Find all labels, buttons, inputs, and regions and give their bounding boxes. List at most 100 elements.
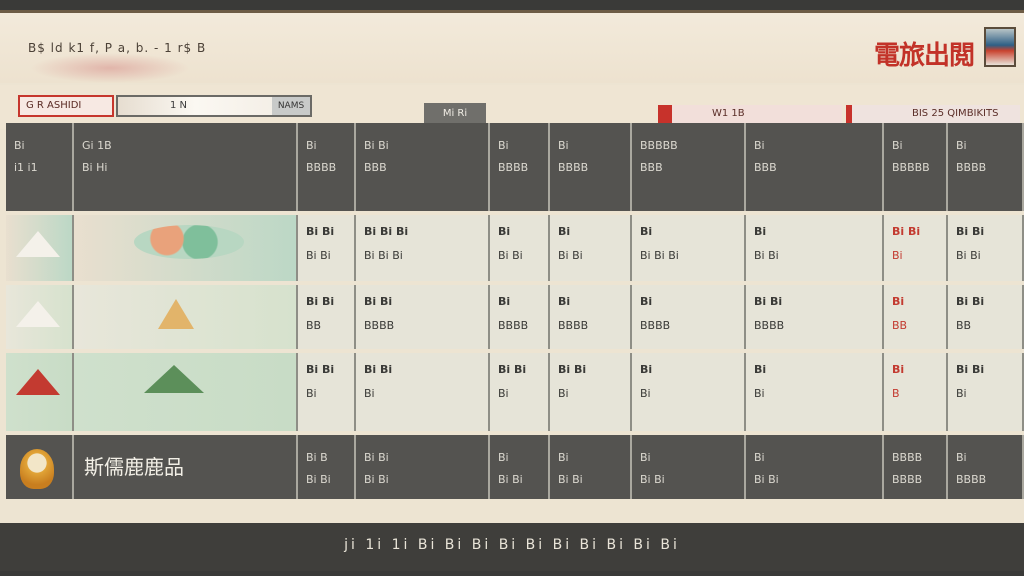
cell-secondary-text: BBBB: [306, 161, 337, 174]
table-cell[interactable]: Bi Bi BBBB: [356, 285, 490, 349]
table-cell[interactable]: Bi Bi Bi: [550, 435, 632, 499]
mountain-icon: [158, 299, 194, 329]
cell-primary-text: Bi: [640, 225, 653, 238]
cell-primary-text: Bi: [14, 139, 25, 152]
table-cell[interactable]: Bi BBBBB: [884, 123, 948, 211]
cell-secondary-text: BBBB: [956, 473, 987, 486]
table-cell[interactable]: [6, 435, 74, 499]
cell-secondary-text: Bi Bi: [754, 473, 779, 486]
cell-primary-text: Bi: [558, 295, 571, 308]
cell-secondary-text: Bi: [558, 387, 569, 400]
cell-primary-text: Bi: [498, 451, 509, 464]
table-header-row[interactable]: Bi i1 i1 Gi 1B Bi Hi Bi BBBB Bi Bi BBB Bi BBBB Bi B…: [6, 123, 1024, 211]
table-cell[interactable]: Bi Bi Bi: [746, 435, 884, 499]
cell-primary-text: Bi Bi: [754, 295, 783, 308]
table-cell[interactable]: BBBBBBBB: [632, 123, 746, 211]
table-cell[interactable]: Bi Bi Bi Bi: [356, 435, 490, 499]
table-cell[interactable]: Bi BB: [884, 285, 948, 349]
cell-primary-text: Bi Bi: [956, 295, 985, 308]
cell-primary-text: Bi Bi: [306, 363, 335, 376]
cell-primary-text: Bi Bi: [364, 451, 389, 464]
table-cell[interactable]: Bi Bi: [746, 353, 884, 431]
filter-chip-primary[interactable]: W1 1B: [658, 105, 842, 123]
cell-secondary-text: Bi Bi: [558, 249, 583, 262]
table-cell[interactable]: Bi Bi Bi: [948, 353, 1024, 431]
table-cell[interactable]: Bi Bi Bi: [746, 215, 884, 281]
table-cell[interactable]: Bi Bi Bi Bi: [948, 215, 1024, 281]
cell-primary-text: Bi: [956, 451, 967, 464]
cell-secondary-text: Bi Bi: [640, 473, 665, 486]
cell-secondary-text: Bi: [754, 387, 765, 400]
table-cell[interactable]: [74, 215, 298, 281]
search-go-button[interactable]: NAMS: [272, 97, 310, 115]
table-cell[interactable]: Bi Bi Bi: [490, 435, 550, 499]
cell-primary-text: Bi: [640, 363, 653, 376]
table-cell[interactable]: Bi Bi Bi Bi Bi Bi: [356, 215, 490, 281]
table-cell[interactable]: Bi Bi BBBB: [746, 285, 884, 349]
table-cell[interactable]: Bi Bi Bi Bi: [298, 215, 356, 281]
table-cell[interactable]: Gi 1B Bi Hi: [74, 123, 298, 211]
row-preview-image: [74, 215, 296, 281]
table-cell[interactable]: Bi Bi Bi: [884, 215, 948, 281]
brand-logo[interactable]: 電旅出閲: [874, 35, 975, 72]
table-cell[interactable]: Bi Bi Bi: [490, 215, 550, 281]
table-cell[interactable]: Bi Bi Bi: [550, 353, 632, 431]
table-cell[interactable]: Bi i1 i1: [6, 123, 74, 211]
table-cell[interactable]: Bi B: [884, 353, 948, 431]
table-cell[interactable]: Bi Bi BB: [948, 285, 1024, 349]
cell-primary-text: Bi: [306, 139, 317, 152]
table-cell[interactable]: Bi BBBB: [632, 285, 746, 349]
filter-toggle-button[interactable]: Mi Ri: [424, 103, 486, 125]
table-cell[interactable]: Bi Bi Bi: [550, 215, 632, 281]
table-cell[interactable]: Bi Bi BB: [298, 285, 356, 349]
table-cell[interactable]: Bi Bi Bi: [298, 353, 356, 431]
table-cell[interactable]: Bi Bi Bi: [490, 353, 550, 431]
table-row[interactable]: Bi Bi Bi Bi Bi Bi Bi Bi Bi Bi Bi Bi Bi Bi Bi Bi…: [6, 215, 1024, 281]
table-cell[interactable]: Bi BBBB: [298, 123, 356, 211]
filter-chip-secondary[interactable]: BIS 25 QIMBIKITS: [846, 105, 1020, 123]
table-cell[interactable]: Bi BBBB: [948, 435, 1024, 499]
table-cell[interactable]: Bi BBBB: [490, 285, 550, 349]
table-cell[interactable]: [74, 353, 298, 431]
cell-secondary-text: Bi: [956, 387, 967, 400]
search-button[interactable]: G R ASHIDI: [18, 95, 114, 117]
cell-primary-text: Bi: [754, 451, 765, 464]
cell-secondary-text: Bi Bi: [498, 473, 523, 486]
cell-primary-text: Bi Bi Bi: [364, 225, 409, 238]
cell-primary-text: Bi: [892, 363, 905, 376]
table-cell[interactable]: Bi Bi Bi Bi: [632, 215, 746, 281]
table-cell[interactable]: [6, 285, 74, 349]
table-cell[interactable]: BBBBBBBB: [884, 435, 948, 499]
table-cell[interactable]: [6, 353, 74, 431]
table-cell[interactable]: Bi BBB: [746, 123, 884, 211]
summary-title: 斯儒鹿鹿品: [84, 455, 184, 479]
table-cell[interactable]: Bi Bi Bi: [356, 353, 490, 431]
table-cell[interactable]: Bi BBBB: [550, 285, 632, 349]
table-cell[interactable]: Bi Bi Bi: [632, 435, 746, 499]
table-cell[interactable]: Bi Bi BBB: [356, 123, 490, 211]
row-thumbnail-icon: [6, 353, 72, 431]
header-bar: B$ ld k1 f, P a, b. - 1 r$ B 電旅出閲: [0, 13, 1024, 83]
table-cell[interactable]: 斯儒鹿鹿品: [74, 435, 298, 499]
table-cell[interactable]: Bi B Bi Bi: [298, 435, 356, 499]
cell-primary-text: Bi Bi: [498, 363, 527, 376]
cell-secondary-text: Bi Bi: [754, 249, 779, 262]
table-cell[interactable]: [6, 215, 74, 281]
table-cell[interactable]: Bi Bi: [632, 353, 746, 431]
table-cell[interactable]: [74, 285, 298, 349]
table-row[interactable]: Bi Bi BB Bi Bi BBBB Bi BBBB Bi BBBB Bi BBBB Bi Bi B…: [6, 285, 1024, 349]
cell-primary-text: Bi: [754, 363, 767, 376]
cell-secondary-text: BBBB: [558, 161, 589, 174]
table-summary-row[interactable]: 斯儒鹿鹿品 Bi B Bi Bi Bi Bi Bi Bi Bi Bi Bi Bi Bi Bi Bi…: [6, 435, 1024, 499]
brand-thumbnail-icon[interactable]: [984, 27, 1016, 67]
cell-primary-text: Bi Bi: [956, 363, 985, 376]
footer-bar: ji 1i 1i Bi Bi Bi Bi Bi Bi Bi Bi Bi Bi: [0, 523, 1024, 571]
table-cell[interactable]: Bi BBBB: [550, 123, 632, 211]
row-thumbnail-icon: [6, 215, 72, 281]
footer-text: ji 1i 1i Bi Bi Bi Bi Bi Bi Bi Bi Bi Bi: [344, 537, 680, 553]
cell-secondary-text: Bi Bi Bi: [640, 249, 679, 262]
table-cell[interactable]: Bi BBBB: [948, 123, 1024, 211]
table-cell[interactable]: Bi BBBB: [490, 123, 550, 211]
cell-secondary-text: BBBBB: [892, 161, 930, 174]
table-row[interactable]: Bi Bi Bi Bi Bi Bi Bi Bi Bi Bi Bi Bi Bi Bi Bi Bi Bi B B…: [6, 353, 1024, 431]
